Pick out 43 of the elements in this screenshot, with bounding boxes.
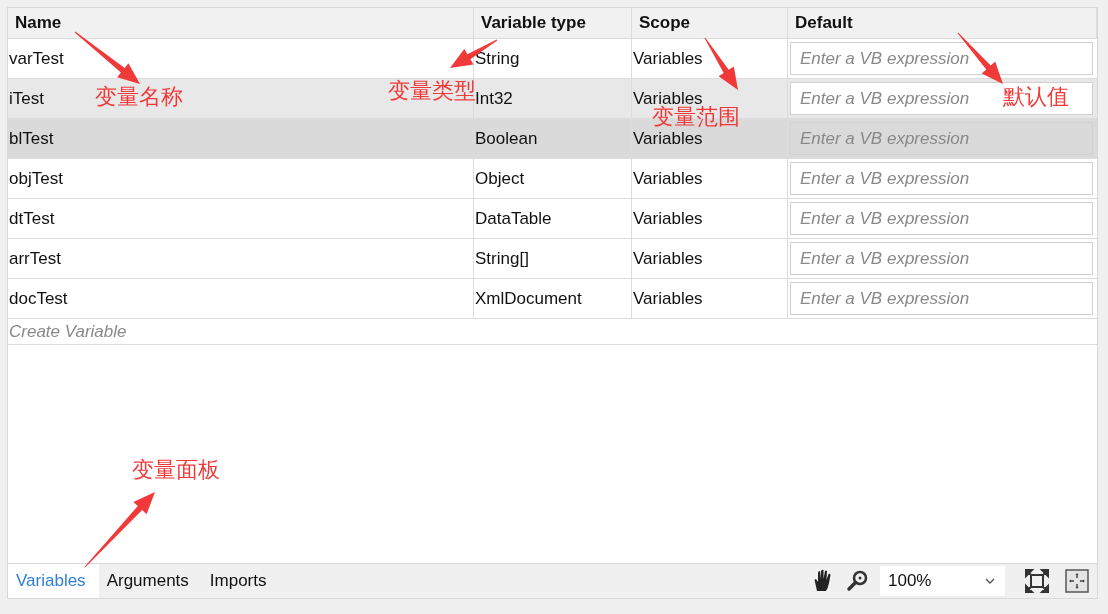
- expression-field[interactable]: Enter a VB expression: [790, 202, 1093, 235]
- expression-field[interactable]: Enter a VB expression: [790, 122, 1093, 155]
- name-cell: arrTest: [8, 239, 474, 278]
- type-cell: Object: [474, 159, 632, 198]
- scope-cell: Variables: [632, 239, 788, 278]
- table-row[interactable]: objTest Object Variables Enter a VB expression: [8, 159, 1097, 199]
- column-header[interactable]: Variable type: [474, 8, 632, 38]
- expression-field[interactable]: Enter a VB expression: [790, 282, 1093, 315]
- table-row[interactable]: arrTest String[] Variables Enter a VB expression: [8, 239, 1097, 279]
- expression-field[interactable]: Enter a VB expression: [790, 42, 1093, 75]
- column-header[interactable]: Scope: [632, 8, 788, 38]
- panel-tab[interactable]: Imports: [201, 564, 280, 598]
- annotation-label: 变量面板: [132, 459, 220, 481]
- zoom-icon[interactable]: [846, 570, 868, 592]
- annotation-arrow: [704, 37, 738, 90]
- overview-icon[interactable]: [1065, 569, 1089, 593]
- create-variable-link[interactable]: Create Variable: [8, 321, 127, 342]
- type-cell: XmlDocument: [474, 279, 632, 318]
- name-cell: objTest: [8, 159, 474, 198]
- panel-tab[interactable]: Arguments: [98, 564, 202, 598]
- annotation-label: 变量名称: [95, 86, 183, 108]
- scope-cell: Variables: [632, 279, 788, 318]
- name-cell: docTest: [8, 279, 474, 318]
- table-row[interactable]: varTest String Variables Enter a VB expression: [8, 39, 1097, 79]
- caret-icon: [985, 578, 995, 584]
- zoom-dropdown[interactable]: 100%: [880, 566, 1005, 596]
- type-cell: DataTable: [474, 199, 632, 238]
- type-cell: Int32: [474, 79, 632, 118]
- name-cell: blTest: [8, 119, 474, 158]
- expression-field[interactable]: Enter a VB expression: [790, 242, 1093, 275]
- scope-cell: Variables: [632, 159, 788, 198]
- type-cell: Boolean: [474, 119, 632, 158]
- panel-tab[interactable]: Variables: [8, 564, 99, 598]
- annotation-label: 变量类型: [388, 80, 476, 102]
- type-cell: String[]: [474, 239, 632, 278]
- scope-cell: Variables: [632, 199, 788, 238]
- expression-field[interactable]: Enter a VB expression: [790, 162, 1093, 195]
- annotation-label: 默认值: [1003, 86, 1069, 108]
- table-row[interactable]: dtTest DataTable Variables Enter a VB expression: [8, 199, 1097, 239]
- fit-screen-icon[interactable]: [1025, 569, 1049, 593]
- name-cell: dtTest: [8, 199, 474, 238]
- annotation-arrow: [74, 31, 140, 84]
- table-row[interactable]: docTest XmlDocument Variables Enter a VB expression: [8, 279, 1097, 319]
